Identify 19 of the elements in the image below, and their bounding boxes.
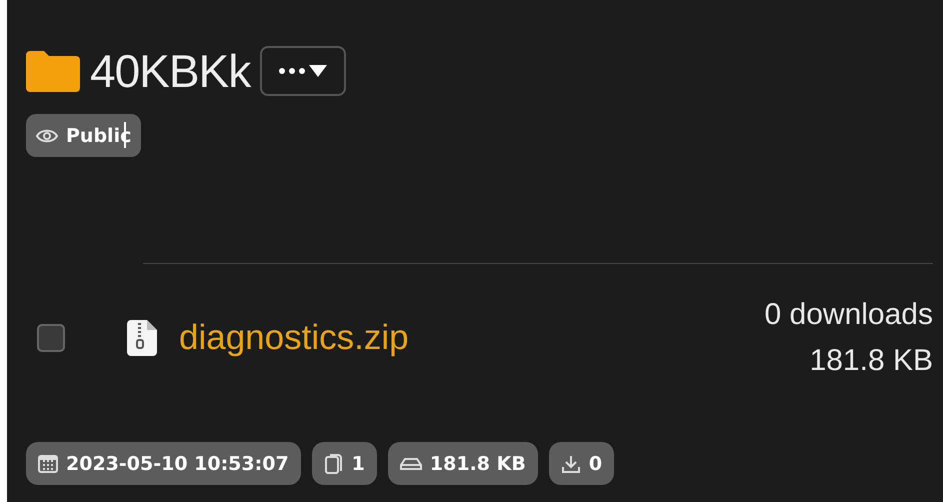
zip-file-icon (127, 320, 157, 356)
folder-title: 40KBKk (90, 44, 250, 98)
stat-value: 1 (352, 452, 365, 474)
more-menu-button[interactable] (260, 46, 346, 96)
file-checkbox[interactable] (37, 324, 65, 352)
download-icon (560, 454, 581, 474)
file-name-link[interactable]: diagnostics.zip (179, 318, 409, 358)
download-count: 0 downloads (764, 298, 933, 332)
pages-icon (324, 452, 344, 474)
eye-icon (36, 128, 58, 142)
stat-value: 181.8 KB (430, 452, 526, 474)
stat-value: 2023-05-10 10:53:07 (66, 452, 289, 474)
stat-value: 0 (588, 452, 602, 474)
caret-icon (309, 65, 328, 77)
calendar-icon (38, 454, 58, 474)
more-icon (279, 68, 306, 74)
file-size: 181.8 KB (810, 344, 933, 378)
folder-icon (26, 50, 80, 92)
drive-icon (400, 456, 422, 470)
